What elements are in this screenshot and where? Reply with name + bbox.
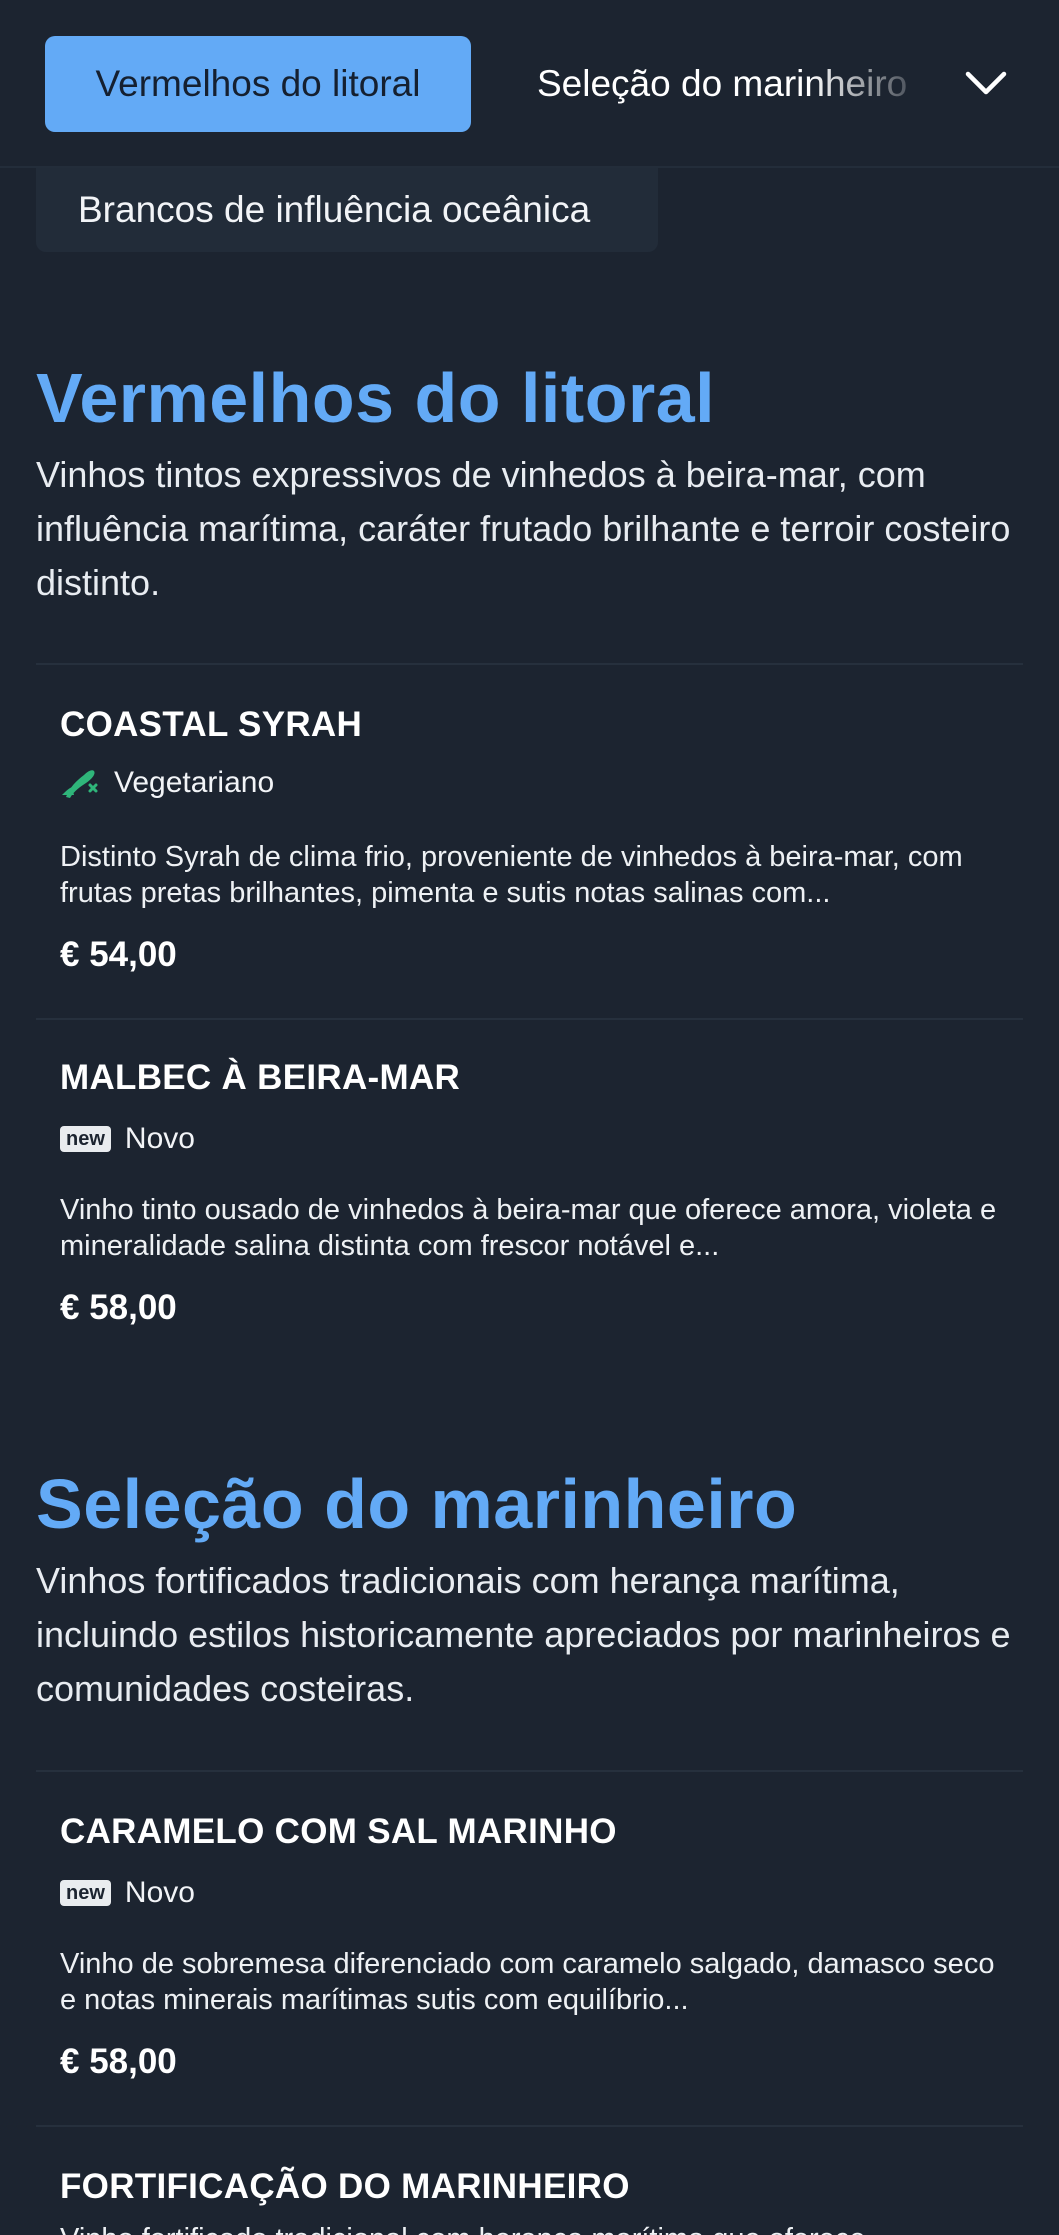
vegetarian-icon	[60, 765, 100, 801]
item-description: Vinho de sobremesa diferenciado com cara…	[60, 1948, 995, 2016]
dropdown-item-brancos[interactable]: Brancos de influência oceânica	[36, 168, 658, 252]
menu-item[interactable]: COASTAL SYRAH Vegetariano Distinto Syrah…	[36, 663, 1023, 1019]
section-title: Vermelhos do litoral	[36, 359, 716, 437]
section-title: Seleção do marinheiro	[36, 1465, 798, 1543]
item-price: € 58,00	[60, 1288, 177, 1327]
item-name: MALBEC À BEIRA-MAR	[60, 1058, 461, 1097]
item-price: € 54,00	[60, 935, 177, 974]
item-name: COASTAL SYRAH	[60, 705, 363, 744]
item-tag-label: Novo	[124, 1122, 195, 1155]
new-badge: new	[60, 1880, 111, 1906]
item-tag: Vegetariano	[60, 765, 274, 801]
item-name: CARAMELO COM SAL MARINHO	[60, 1812, 617, 1851]
item-tag-label: Vegetariano	[114, 766, 275, 799]
item-tag: new Novo	[60, 1122, 195, 1156]
menu-item[interactable]: CARAMELO COM SAL MARINHO new Novo Vinho …	[36, 1770, 1023, 2126]
tab-selecao-do-marinheiro[interactable]: Seleção do marinheiro	[537, 36, 937, 132]
tab-vermelhos-do-litoral[interactable]: Vermelhos do litoral	[45, 36, 471, 132]
item-description: Vinho fortificado tradicional com heranç…	[60, 2221, 1010, 2235]
item-description: Vinho tinto ousado de vinhedos à beira-m…	[60, 1194, 997, 1262]
item-name: FORTIFICAÇÃO DO MARINHEIRO	[60, 2167, 630, 2206]
menu-item[interactable]: MALBEC À BEIRA-MAR new Novo Vinho tinto …	[36, 1018, 1023, 1374]
section-description: Vinhos fortificados tradicionais com her…	[36, 1560, 1011, 1709]
item-description: Distinto Syrah de clima frio, provenient…	[60, 841, 963, 909]
item-tag-label: Novo	[124, 1876, 195, 1909]
menu-item[interactable]: FORTIFICAÇÃO DO MARINHEIRO Vinho fortifi…	[36, 2125, 1023, 2235]
section-selecao: Seleção do marinheiro Vinhos fortificado…	[36, 1462, 1023, 1716]
section-vermelhos: Vermelhos do litoral Vinhos tintos expre…	[36, 356, 1023, 610]
chevron-down-icon[interactable]	[960, 58, 1012, 110]
section-description: Vinhos tintos expressivos de vinhedos à …	[36, 454, 1011, 603]
category-nav: Vermelhos do litoral Seleção do marinhei…	[0, 0, 1059, 168]
item-price: € 58,00	[60, 2042, 177, 2081]
item-tag: new Novo	[60, 1876, 195, 1910]
new-badge: new	[60, 1126, 111, 1152]
